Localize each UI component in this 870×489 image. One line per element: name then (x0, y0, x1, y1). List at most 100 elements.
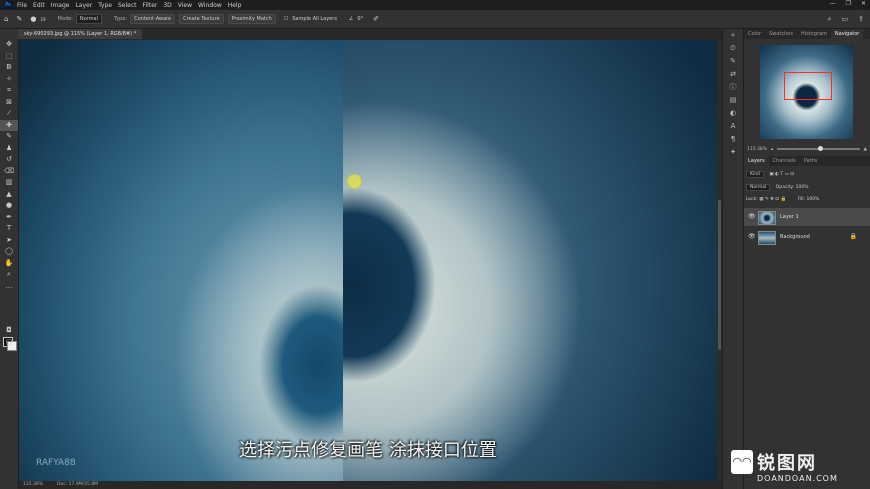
menu-help[interactable]: Help (228, 2, 242, 9)
character-icon[interactable]: A (723, 120, 743, 133)
quick-mask-icon[interactable]: ◘ (0, 325, 18, 337)
properties-icon[interactable]: ▤ (723, 94, 743, 107)
tab-swatches[interactable]: Swatches (765, 29, 797, 39)
eraser-tool-icon[interactable]: ⌫ (0, 166, 18, 178)
color-circle-icon[interactable]: ◐ (723, 107, 743, 120)
collapse-arrows-icon[interactable]: « (723, 29, 743, 42)
mode-select[interactable]: Normal (75, 14, 102, 24)
workspace-icon[interactable]: ▭ (842, 15, 849, 24)
navigator-zoom-value[interactable]: 115.38% (747, 147, 767, 152)
fill-value[interactable]: 100% (807, 197, 820, 202)
move-tool-icon[interactable]: ✥ (0, 39, 18, 51)
document-tab[interactable]: sky-690293.jpg @ 115% (Layer 1, RGB/8#) … (18, 29, 143, 39)
sample-all-layers-checkbox[interactable]: ☐ (284, 16, 288, 22)
layer-row-layer-1[interactable]: 👁 Layer 1 (744, 208, 870, 226)
zoom-in-icon[interactable]: ▲ (864, 147, 867, 152)
clone-stamp-tool-icon[interactable]: ♟ (0, 143, 18, 155)
path-selection-tool-icon[interactable]: ➤ (0, 235, 18, 247)
zoom-level[interactable]: 115.38% (23, 481, 43, 489)
navigator-zoom-slider[interactable] (777, 146, 860, 151)
menu-layer[interactable]: Layer (75, 2, 92, 9)
lasso-tool-icon[interactable]: ↁ (0, 62, 18, 74)
menu-view[interactable]: View (178, 2, 192, 9)
brush-tool-icon[interactable]: ✎ (0, 131, 18, 143)
layers-panel: Layers Channels Paths Kind ▣ ◐ T ▭ ⊡ Nor… (744, 156, 870, 245)
type-tool-icon[interactable]: T (0, 223, 18, 235)
layer-name[interactable]: Background (780, 228, 810, 246)
home-icon[interactable]: ⌂ (4, 15, 8, 23)
eyedropper-tool-icon[interactable]: ⁄ (0, 108, 18, 120)
zoom-tool-icon[interactable]: ⌕ (0, 269, 18, 281)
maximize-button[interactable]: ❐ (846, 0, 851, 7)
tab-navigator[interactable]: Navigator (830, 29, 864, 39)
close-button[interactable]: ✕ (861, 0, 866, 7)
tab-layers[interactable]: Layers (744, 156, 769, 166)
menu-select[interactable]: Select (118, 2, 137, 9)
create-texture-button[interactable]: Create Texture (179, 14, 224, 24)
share-icon[interactable]: ⇪ (858, 15, 864, 24)
zoom-out-icon[interactable]: ▴ (771, 147, 773, 152)
tab-histogram[interactable]: Histogram (797, 29, 831, 39)
crop-tool-icon[interactable]: ⌗ (0, 85, 18, 97)
dodge-tool-icon[interactable]: ● (0, 200, 18, 212)
gradient-tool-icon[interactable]: ▥ (0, 177, 18, 189)
tab-paths[interactable]: Paths (800, 156, 822, 166)
navigator-view-box[interactable] (784, 72, 832, 100)
navigator-zoom-row: 115.38% ▴ ▲ (747, 145, 867, 153)
pen-tool-icon[interactable]: ✒ (0, 212, 18, 224)
scrollbar-thumb[interactable] (718, 200, 721, 350)
lock-label: Lock: (746, 197, 758, 202)
history-icon[interactable]: ⏲ (723, 42, 743, 55)
adjust-icon[interactable]: ⇄ (723, 68, 743, 81)
frame-tool-icon[interactable]: ⊠ (0, 97, 18, 109)
styles-icon[interactable]: ✦ (723, 146, 743, 159)
menu-window[interactable]: Window (198, 2, 222, 9)
lock-icons[interactable]: ▦ ✎ ✥ ⊡ 🔒 (759, 197, 787, 202)
blur-tool-icon[interactable]: ▲ (0, 189, 18, 201)
menu-type[interactable]: Type (98, 2, 112, 9)
opacity-value[interactable]: 100% (796, 185, 809, 190)
layer-name[interactable]: Layer 1 (780, 208, 799, 226)
minimize-button[interactable]: — (830, 0, 836, 7)
blend-mode-select[interactable]: Normal (746, 184, 771, 191)
hand-tool-icon[interactable]: ✋ (0, 258, 18, 270)
zoom-slider-knob[interactable] (818, 146, 824, 151)
kind-filter-select[interactable]: Kind (746, 171, 764, 178)
marquee-tool-icon[interactable]: ⬚ (0, 51, 18, 63)
document-canvas[interactable]: 选择污点修复画笔 涂抹接口位置 RAFYA88 (19, 40, 717, 481)
proximity-match-button[interactable]: Proximity Match (227, 14, 276, 24)
navigator-thumbnail[interactable] (760, 45, 853, 139)
search-icon[interactable]: ⌕ (828, 15, 832, 24)
brush-settings-icon[interactable]: ✎ (723, 55, 743, 68)
collapsed-panels: « ⏲ ✎ ⇄ ⓘ ▤ ◐ A ¶ ✦ (722, 29, 743, 489)
shape-tool-icon[interactable]: ◯ (0, 246, 18, 258)
quick-selection-tool-icon[interactable]: ✧ (0, 74, 18, 86)
logo-mark-icon: ◠◠ (731, 450, 753, 474)
more-tools-icon[interactable]: … (0, 281, 18, 293)
angle-value[interactable]: 0° (357, 16, 363, 22)
tab-color[interactable]: Color (744, 29, 765, 39)
document-info[interactable]: Doc: 17.9M/35.8M (57, 481, 98, 489)
tab-channels[interactable]: Channels (769, 156, 800, 166)
info-icon[interactable]: ⓘ (723, 81, 743, 94)
layer-row-background[interactable]: 👁 Background 🔒 (744, 228, 870, 246)
options-right: ⌕ ▭ ⇪ (828, 15, 864, 24)
menu-edit[interactable]: Edit (33, 2, 45, 9)
visibility-eye-icon[interactable]: 👁 (748, 228, 756, 246)
menu-file[interactable]: File (17, 2, 27, 9)
menu-image[interactable]: Image (51, 2, 70, 9)
spot-healing-brush-icon[interactable]: ✎ (16, 15, 22, 23)
menu-filter[interactable]: Filter (143, 2, 158, 9)
spot-healing-tool-icon[interactable]: ✚ (0, 119, 18, 131)
screen-mode-icon[interactable]: ▢ (0, 337, 18, 349)
paragraph-icon[interactable]: ¶ (723, 133, 743, 146)
blend-row: Normal Opacity: 100% (746, 184, 868, 191)
pressure-size-icon[interactable]: ✐ (373, 15, 379, 23)
menu-3d[interactable]: 3D (163, 2, 171, 9)
document-tab-bar: sky-690293.jpg @ 115% (Layer 1, RGB/8#) … (18, 29, 718, 39)
history-brush-tool-icon[interactable]: ↺ (0, 154, 18, 166)
filter-icons[interactable]: ▣ ◐ T ▭ ⊡ (769, 172, 794, 177)
content-aware-button[interactable]: Content-Aware (130, 14, 176, 24)
brush-preset-picker[interactable]: ● (30, 15, 36, 23)
visibility-eye-icon[interactable]: 👁 (748, 208, 756, 226)
